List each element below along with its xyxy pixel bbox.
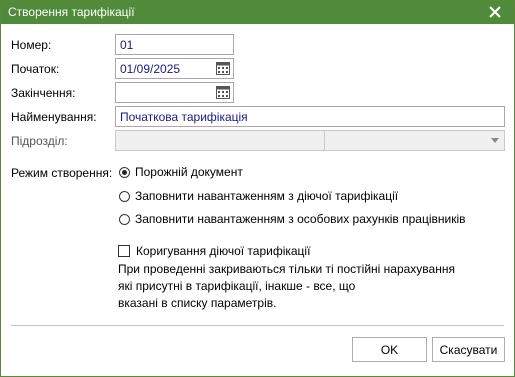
adjust-note-line: При проведенні закриваються тільки ті по… <box>118 262 455 276</box>
create-tariff-dialog: Створення тарифікації Номер: 01 Початок:… <box>0 0 515 377</box>
calendar-icon[interactable] <box>216 62 230 75</box>
close-icon <box>489 6 501 18</box>
name-value: Початкова тарифікація <box>120 110 248 124</box>
mode-option-empty[interactable]: Порожній документ <box>119 165 243 179</box>
calendar-icon[interactable] <box>216 86 230 99</box>
start-date-label: Початок: <box>11 62 60 76</box>
close-button[interactable] <box>478 1 512 23</box>
mode-option-personal-accounts[interactable]: Заповнити навантаженням з особових рахун… <box>119 212 466 226</box>
end-date-field[interactable] <box>115 82 234 103</box>
adjust-tariff-checkbox-row[interactable]: Коригування діючої тарифікації <box>118 244 310 258</box>
cancel-button[interactable]: Скасувати <box>432 337 505 362</box>
mode-option-label: Заповнити навантаженням з діючої тарифік… <box>135 189 399 203</box>
division-code-separator <box>324 131 325 150</box>
footer-divider <box>11 325 504 326</box>
mode-option-label: Порожній документ <box>135 165 243 179</box>
mode-label: Режим створення: <box>11 166 113 180</box>
chevron-down-icon[interactable] <box>491 138 499 143</box>
start-date-value: 01/09/2025 <box>120 62 181 76</box>
radio-button[interactable] <box>119 213 130 225</box>
division-label: Підрозділ: <box>11 134 68 148</box>
adjust-tariff-label: Коригування діючої тарифікації <box>136 244 311 258</box>
window-title: Створення тарифікації <box>8 5 135 19</box>
mode-option-label: Заповнити навантаженням з особових рахун… <box>135 212 466 226</box>
radio-button[interactable] <box>119 190 130 202</box>
number-label: Номер: <box>11 38 52 52</box>
end-date-label: Закінчення: <box>11 86 76 100</box>
adjust-tariff-checkbox[interactable] <box>118 245 130 257</box>
adjust-note-line: вказані в списку параметрів. <box>118 296 277 310</box>
adjust-note-line: які присутні в тарифікації, інакше - все… <box>118 279 356 293</box>
start-date-field[interactable]: 01/09/2025 <box>115 58 234 79</box>
adjust-note: При проведенні закриваються тільки ті по… <box>118 261 498 312</box>
radio-button[interactable] <box>119 166 130 178</box>
division-select[interactable] <box>115 130 505 151</box>
number-value: 01 <box>120 38 134 52</box>
ok-button[interactable]: OK <box>352 337 427 362</box>
title-bar: Створення тарифікації <box>1 1 514 24</box>
number-field[interactable]: 01 <box>115 34 234 55</box>
mode-option-active-tariff[interactable]: Заповнити навантаженням з діючої тарифік… <box>119 189 398 203</box>
name-label: Найменування: <box>11 110 97 124</box>
name-field[interactable]: Початкова тарифікація <box>115 106 505 127</box>
